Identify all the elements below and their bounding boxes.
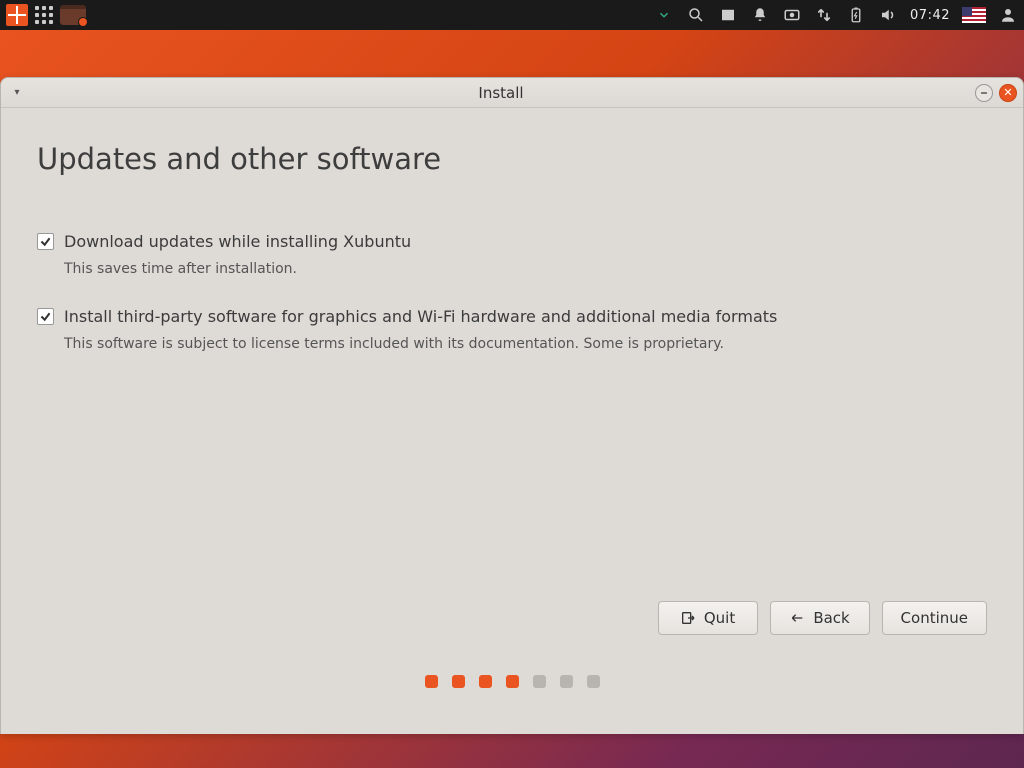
clock[interactable]: 07:42 [910,3,950,27]
battery-icon[interactable] [846,3,866,27]
option-label: Install third-party software for graphic… [64,307,777,326]
page-heading: Updates and other software [37,142,987,176]
continue-button-label: Continue [901,609,968,627]
progress-dot [425,675,438,688]
keyboard-indicator-icon[interactable] [60,3,86,27]
window-title: Install [27,84,975,102]
notification-bell-icon[interactable] [750,3,770,27]
progress-dot [533,675,546,688]
close-button[interactable]: ✕ [999,84,1017,102]
progress-dot [560,675,573,688]
whisker-menu-icon[interactable] [6,3,28,27]
user-icon[interactable] [998,3,1018,27]
option-description: This software is subject to license term… [64,336,987,352]
minimize-button[interactable] [975,84,993,102]
button-row: Quit Back Continue [37,601,987,675]
volume-icon[interactable] [878,3,898,27]
apps-grid-icon[interactable] [34,3,54,27]
continue-button[interactable]: Continue [882,601,987,635]
dropdown-icon[interactable] [654,3,674,27]
back-button-label: Back [813,609,849,627]
option-label: Download updates while installing Xubunt… [64,232,411,251]
option-third-party: Install third-party software for graphic… [37,307,987,352]
progress-dot [479,675,492,688]
checkbox-third-party[interactable] [37,308,54,325]
progress-indicator [37,675,987,714]
top-panel: 07:42 [0,0,1024,30]
progress-dot [587,675,600,688]
workspace-icon[interactable] [718,3,738,27]
progress-dot [506,675,519,688]
quit-button[interactable]: Quit [658,601,758,635]
progress-dot [452,675,465,688]
back-button[interactable]: Back [770,601,870,635]
titlebar[interactable]: ▾ Install ✕ [1,78,1023,108]
keyboard-layout-flag[interactable] [962,3,986,27]
recording-icon[interactable] [782,3,802,27]
checkbox-download-updates[interactable] [37,233,54,250]
window-body: Updates and other software Download upda… [1,108,1023,734]
search-icon[interactable] [686,3,706,27]
installer-window: ▾ Install ✕ Updates and other software D… [0,77,1024,734]
network-updown-icon[interactable] [814,3,834,27]
option-description: This saves time after installation. [64,261,987,277]
window-menu-icon[interactable]: ▾ [7,87,27,98]
option-download-updates: Download updates while installing Xubunt… [37,232,987,277]
quit-button-label: Quit [704,609,735,627]
